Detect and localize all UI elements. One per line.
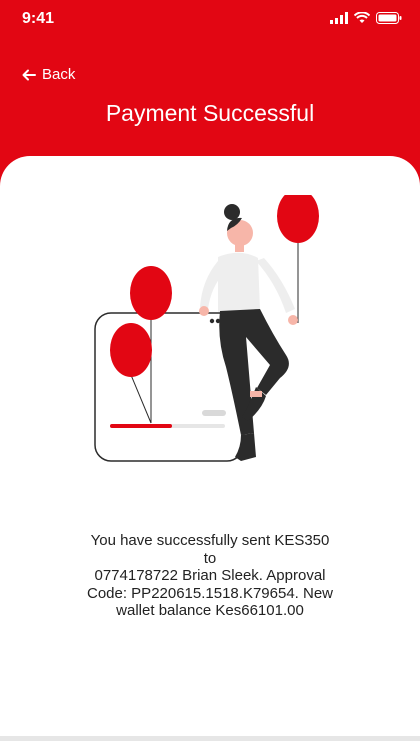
balloon-right [277,195,319,243]
payment-success-illustration [94,195,319,462]
page-title: Payment Successful [105,100,315,126]
arrow-left-icon [22,69,36,80]
back-button[interactable]: Back [22,66,75,83]
message-line-4: Code: PP220615.1518.K79654. New [86,584,334,602]
battery-icon [376,12,402,24]
balloon-top-left [130,266,172,320]
back-label: Back [42,66,76,83]
status-icons [330,12,402,24]
message-line-3: 0774178722 Brian Sleek. Approval [94,567,326,584]
message-line-1: You have successfully sent KES350 [90,532,330,549]
status-bar: 9:41 [0,0,420,40]
message-line-2: to [203,549,217,567]
wifi-icon [354,12,370,23]
balloon-bottom-left [110,323,152,377]
signal-icon [330,12,348,24]
message-line-5: wallet balance Kes66101.00 [116,602,304,619]
success-message: You have successfully sent KES350 to 077… [60,532,360,620]
status-time: 9:41 [22,10,55,27]
